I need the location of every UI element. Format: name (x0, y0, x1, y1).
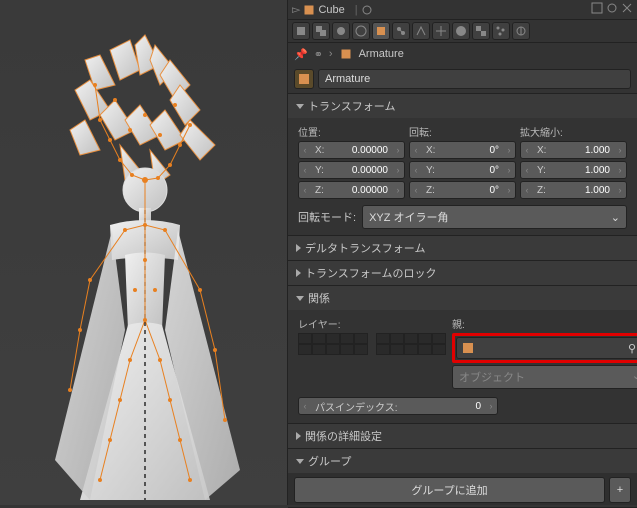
parent-label: 親: (452, 316, 637, 331)
layers-grid-b-top[interactable] (376, 333, 446, 344)
link-icon[interactable]: ⚭ (314, 48, 323, 61)
layers-grid-b-bot[interactable] (376, 344, 446, 355)
rot-mode-dropdown[interactable]: XYZ オイラー角⌄ (362, 205, 627, 229)
section-lock-header[interactable]: トランスフォームのロック (288, 261, 637, 285)
new-group-button[interactable]: + (609, 477, 631, 503)
pin-icon[interactable]: 📌 (294, 48, 308, 61)
parent-input[interactable]: ⚲ (456, 337, 637, 359)
tab-constraints[interactable] (392, 22, 410, 40)
rot-z[interactable]: ‹Z:0°› (409, 181, 516, 199)
tab-particles[interactable] (492, 22, 510, 40)
cube-icon (339, 47, 353, 61)
add-to-group-button[interactable]: グループに追加 (294, 477, 605, 503)
section-extras-header[interactable]: 関係の詳細設定 (288, 424, 637, 448)
eyedropper-icon[interactable]: ⚲ (625, 342, 637, 355)
tab-material[interactable] (452, 22, 470, 40)
section-delta-header[interactable]: デルタトランスフォーム (288, 236, 637, 260)
loc-label: 位置: (298, 124, 405, 139)
name-row (288, 65, 637, 94)
loc-z[interactable]: ‹Z:0.00000› (298, 181, 405, 199)
section-transform-header[interactable]: トランスフォーム (288, 94, 637, 118)
outliner-row: ▻ Cube | (288, 0, 637, 20)
breadcrumb-object: Armature (359, 48, 404, 60)
loc-x[interactable]: ‹X:0.00000› (298, 141, 405, 159)
viewport-3d[interactable] (0, 0, 287, 505)
layers-grid-a-bot[interactable] (298, 344, 368, 355)
layers-grid-a-top[interactable] (298, 333, 368, 344)
viz-icon-1[interactable] (591, 2, 603, 14)
loc-y[interactable]: ‹Y:0.00000› (298, 161, 405, 179)
pass-index[interactable]: ‹パスインデックス: 0› (298, 397, 498, 415)
tab-object[interactable] (372, 22, 390, 40)
section-groups-header[interactable]: グループ (288, 449, 637, 473)
scale-x[interactable]: ‹X:1.000› (520, 141, 627, 159)
outliner-active: Cube (318, 4, 344, 16)
tab-scene[interactable] (332, 22, 350, 40)
scale-y[interactable]: ‹Y:1.000› (520, 161, 627, 179)
viz-icon-3[interactable] (621, 2, 633, 14)
cube-icon (461, 341, 475, 355)
tab-modifiers[interactable] (412, 22, 430, 40)
rot-y[interactable]: ‹Y:0°› (409, 161, 516, 179)
tab-layers[interactable] (312, 22, 330, 40)
section-relations-header[interactable]: 関係 (288, 286, 637, 310)
tab-world[interactable] (352, 22, 370, 40)
cube-icon (302, 3, 316, 17)
tab-render[interactable] (292, 22, 310, 40)
breadcrumb: 📌 ⚭ › Armature (288, 43, 637, 65)
layers-label: レイヤー: (298, 316, 446, 331)
tab-texture[interactable] (472, 22, 490, 40)
properties-panel: ▻ Cube | 📌 (287, 0, 637, 505)
character-mesh (40, 30, 270, 500)
context-tabs (288, 20, 637, 43)
tab-data[interactable] (432, 22, 450, 40)
eye-icon[interactable] (360, 3, 374, 17)
scale-label: 拡大縮小: (520, 124, 627, 139)
rot-mode-label: 回転モード: (298, 209, 356, 225)
rot-x[interactable]: ‹X:0°› (409, 141, 516, 159)
parent-highlight: ⚲ (452, 333, 637, 363)
viz-icon-2[interactable] (606, 2, 618, 14)
tab-physics[interactable] (512, 22, 530, 40)
rot-label: 回転: (409, 124, 516, 139)
parent-type-dropdown[interactable]: オブジェクト⌄ (452, 365, 637, 389)
object-type-icon[interactable] (294, 69, 314, 89)
object-name-input[interactable] (318, 69, 631, 89)
scale-z[interactable]: ‹Z:1.000› (520, 181, 627, 199)
